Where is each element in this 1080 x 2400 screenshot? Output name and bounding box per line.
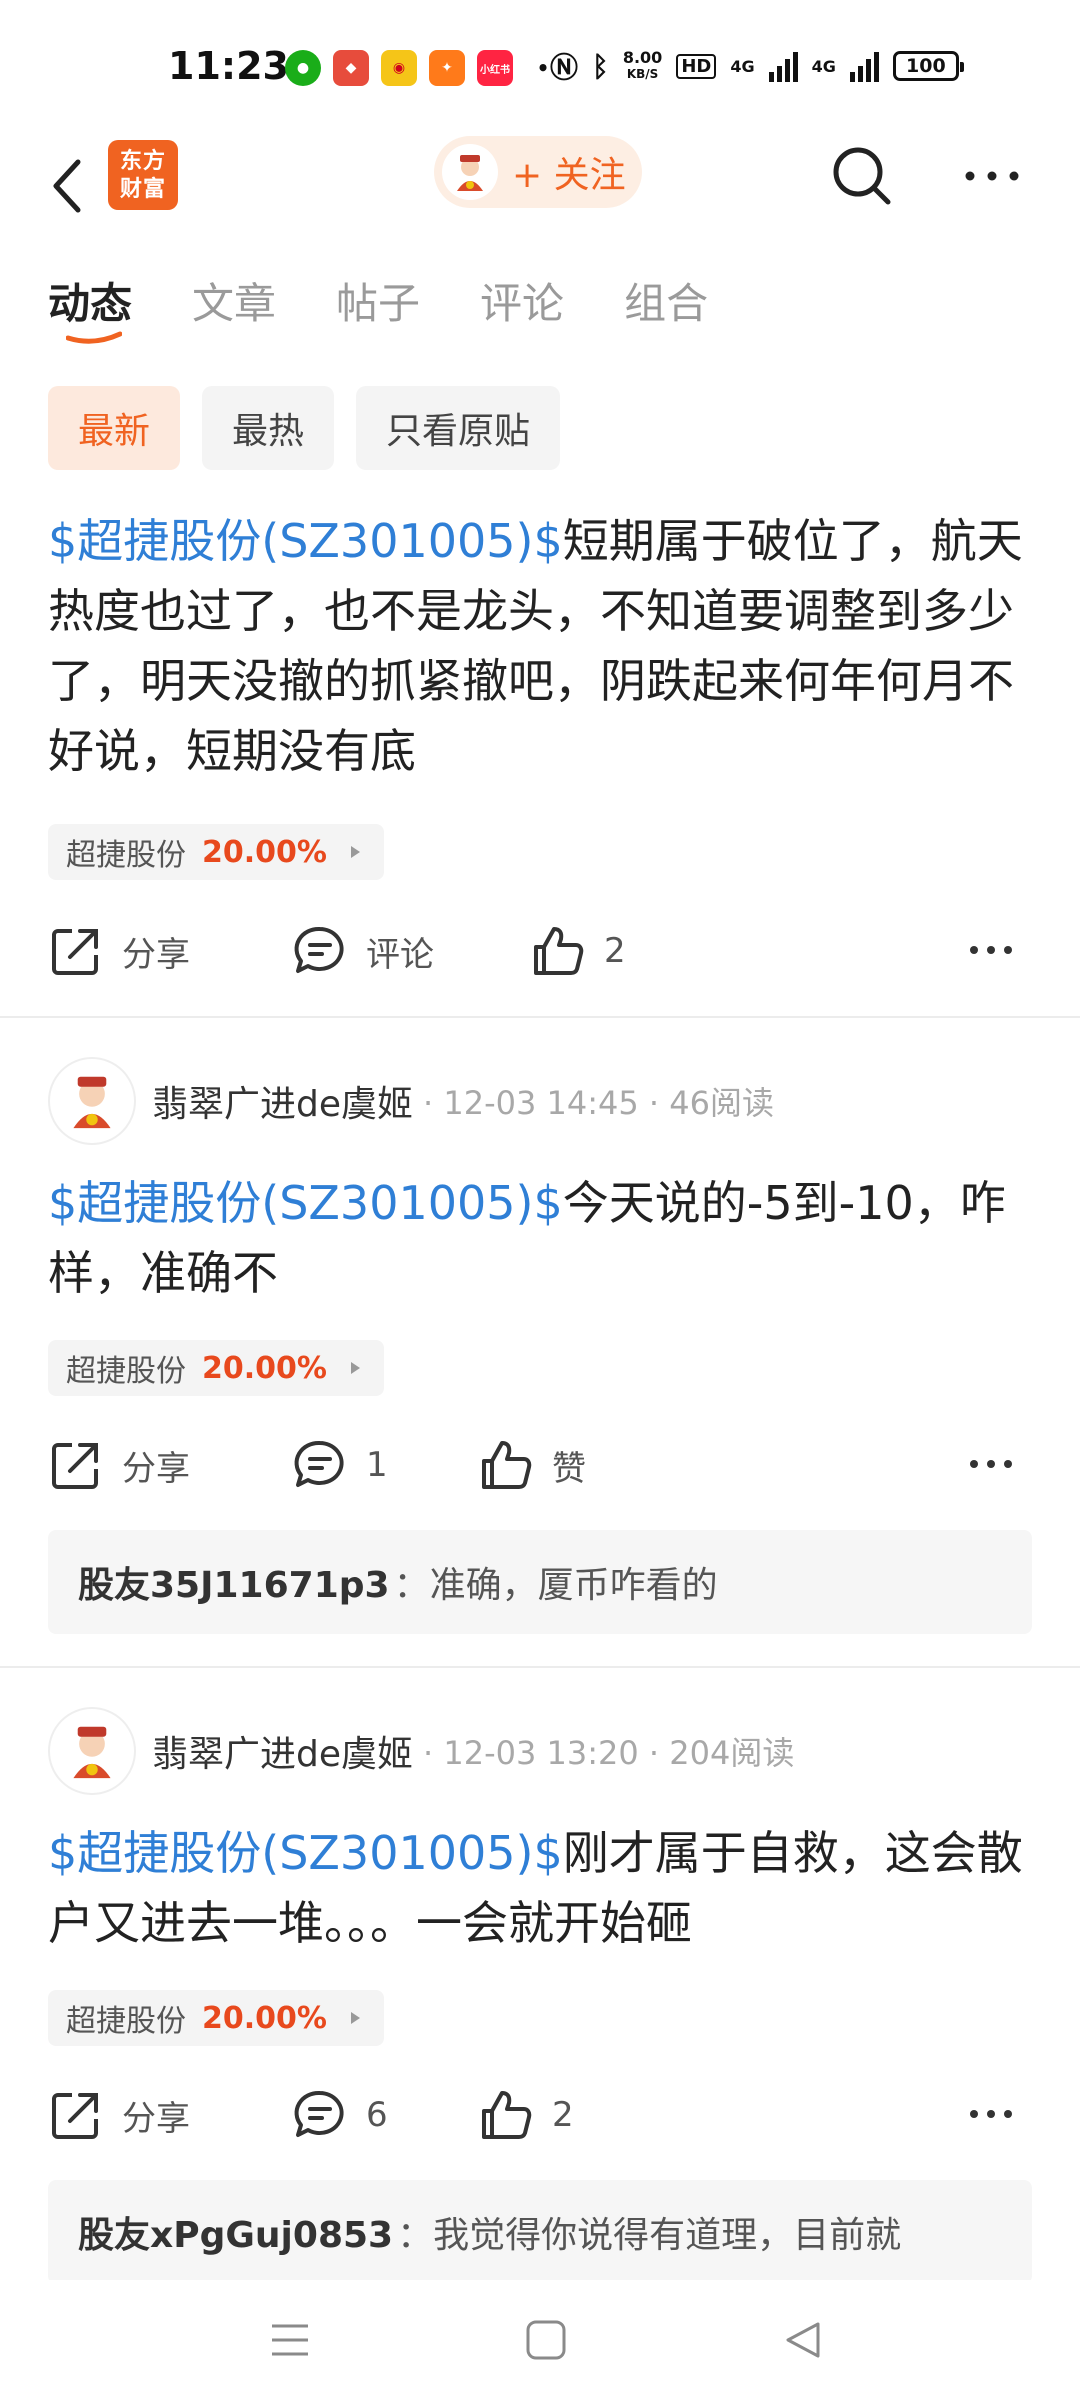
caishen-avatar-icon: [73, 1726, 111, 1779]
share-icon: [52, 1443, 98, 1489]
post-author[interactable]: 翡翠广进de虞姬 · 12-03 14:45 · 46阅读: [48, 1056, 774, 1146]
reply-user[interactable]: 股友35J11671p3: [78, 1556, 390, 1608]
follow-button[interactable]: + 关注: [434, 136, 642, 208]
battery-icon: 100: [892, 51, 964, 81]
post-text[interactable]: $超捷股份(SZ301005)$今天说的-5到-10，咋样，准确不: [48, 1168, 1038, 1308]
app-header: 东方 财富 + 关注: [0, 130, 1080, 250]
thumbs-up-icon: [482, 2091, 532, 2139]
avatar: [442, 144, 498, 200]
reply-preview[interactable]: 股友35J11671p3 ：准确，厦币咋看的: [48, 1530, 1032, 1634]
bluetooth-icon: ᛒ: [592, 49, 609, 83]
app-notification-icon: ✦: [429, 50, 465, 86]
post-meta: · 12-03 13:20 · 204阅读: [423, 1734, 795, 1772]
post-more-icon[interactable]: [968, 1444, 1014, 1484]
signal-icon: [768, 50, 798, 82]
avatar[interactable]: [48, 1057, 136, 1145]
app-notification-icon: ◆: [333, 50, 369, 86]
menu-icon[interactable]: [268, 2320, 312, 2360]
comment-button[interactable]: 6: [292, 2080, 388, 2150]
stock-link[interactable]: $超捷股份(SZ301005)$: [48, 1176, 563, 1230]
back-arrow-icon[interactable]: [44, 148, 92, 224]
stock-link[interactable]: $超捷股份(SZ301005)$: [48, 514, 563, 568]
post-actions: 分享 评论 2: [48, 916, 1038, 986]
hd-icon: HD: [676, 53, 717, 79]
post-text[interactable]: $超捷股份(SZ301005)$短期属于破位了，航天热度也过了，也不是龙头，不知…: [48, 506, 1038, 786]
post-author[interactable]: 翡翠广进de虞姬 · 12-03 13:20 · 204阅读: [48, 1706, 794, 1796]
reply-text: ：我觉得你说得有道理，目前就: [397, 2215, 902, 2256]
share-button[interactable]: 分享: [48, 916, 190, 986]
like-button[interactable]: 2: [530, 916, 626, 986]
filter-hottest[interactable]: 最热: [202, 386, 335, 470]
status-time: 11:23: [168, 44, 289, 88]
reply-user[interactable]: 股友xPgGuj0853: [78, 2206, 393, 2258]
share-button[interactable]: 分享: [48, 2080, 190, 2150]
xiaohongshu-icon: 小红书: [477, 50, 513, 86]
status-bar: 11:23 ● ◆ ◉ ✦ 小红书 • Ⓝ ᛒ 8.00 KB/S HD 4G …: [0, 0, 1080, 130]
system-icons: Ⓝ ᛒ 8.00 KB/S HD 4G 4G 100: [550, 46, 964, 86]
play-arrow-icon: [350, 1362, 360, 1374]
thumbs-up-icon: [482, 1441, 532, 1489]
tab-portfolio[interactable]: 组合: [624, 270, 708, 331]
play-arrow-icon: [350, 846, 360, 858]
stock-tag[interactable]: 超捷股份 20.00%: [48, 824, 384, 880]
filter-chips: 最新 最热 只看原贴: [48, 386, 561, 470]
tab-comments[interactable]: 评论: [480, 270, 564, 331]
comment-button[interactable]: 1: [292, 1430, 388, 1500]
divider: [0, 1016, 1080, 1018]
caishen-avatar-icon: [73, 1076, 111, 1129]
profile-tabs: 动态 文章 帖子 评论 组合: [48, 270, 708, 344]
nfc-icon: Ⓝ: [550, 51, 579, 84]
post-actions: 分享 6 2: [48, 2080, 1038, 2150]
home-icon[interactable]: [524, 2320, 568, 2360]
post-meta: · 12-03 14:45 · 46阅读: [423, 1084, 774, 1122]
tab-articles[interactable]: 文章: [192, 270, 276, 331]
network-speed: 8.00 KB/S: [622, 48, 663, 81]
like-button[interactable]: 赞: [478, 1430, 586, 1500]
share-icon: [52, 2093, 98, 2139]
author-name[interactable]: 翡翠广进de虞姬: [152, 1075, 413, 1127]
stock-tag[interactable]: 超捷股份 20.00%: [48, 1340, 384, 1396]
search-icon[interactable]: [828, 142, 896, 210]
weibo-icon: ◉: [381, 50, 417, 86]
comment-icon: [294, 1440, 344, 1487]
system-nav-bar: [0, 2280, 1080, 2400]
net-type-1: 4G: [730, 56, 755, 76]
play-arrow-icon: [350, 2012, 360, 2024]
comment-icon: [294, 2090, 344, 2137]
more-icon[interactable]: [962, 156, 1022, 196]
post-text[interactable]: $超捷股份(SZ301005)$刚才属于自救，这会散户又进去一堆。。。一会就开始…: [48, 1818, 1038, 1958]
stock-link[interactable]: $超捷股份(SZ301005)$: [48, 1826, 563, 1880]
comment-button[interactable]: 评论: [292, 916, 434, 986]
stock-tag[interactable]: 超捷股份 20.00%: [48, 1990, 384, 2046]
tab-dynamic[interactable]: 动态: [48, 270, 132, 344]
comment-icon: [294, 926, 344, 973]
caishen-avatar-icon: [457, 155, 483, 191]
follow-label: + 关注: [512, 155, 626, 196]
notification-icons: ● ◆ ◉ ✦ 小红书 •: [285, 50, 561, 86]
back-icon[interactable]: [782, 2320, 826, 2360]
wechat-icon: ●: [285, 50, 321, 86]
like-button[interactable]: 2: [478, 2080, 574, 2150]
reply-preview[interactable]: 股友xPgGuj0853 ：我觉得你说得有道理，目前就: [48, 2180, 1032, 2284]
thumbs-up-icon: [534, 927, 584, 975]
post-more-icon[interactable]: [968, 2094, 1014, 2134]
signal-icon: [849, 50, 879, 82]
divider: [0, 1666, 1080, 1668]
author-name[interactable]: 翡翠广进de虞姬: [152, 1725, 413, 1777]
tab-active-indicator: [66, 331, 122, 344]
share-button[interactable]: 分享: [48, 1430, 190, 1500]
net-type-2: 4G: [811, 56, 836, 76]
reply-text: ：准确，厦币咋看的: [393, 1565, 718, 1606]
avatar[interactable]: [48, 1707, 136, 1795]
post-actions: 分享 1 赞: [48, 1430, 1038, 1500]
tab-posts[interactable]: 帖子: [336, 270, 420, 331]
share-icon: [52, 929, 98, 975]
eastmoney-logo: 东方 财富: [108, 140, 178, 210]
filter-latest[interactable]: 最新: [48, 386, 181, 470]
post-more-icon[interactable]: [968, 930, 1014, 970]
filter-original-only[interactable]: 只看原贴: [356, 386, 561, 470]
